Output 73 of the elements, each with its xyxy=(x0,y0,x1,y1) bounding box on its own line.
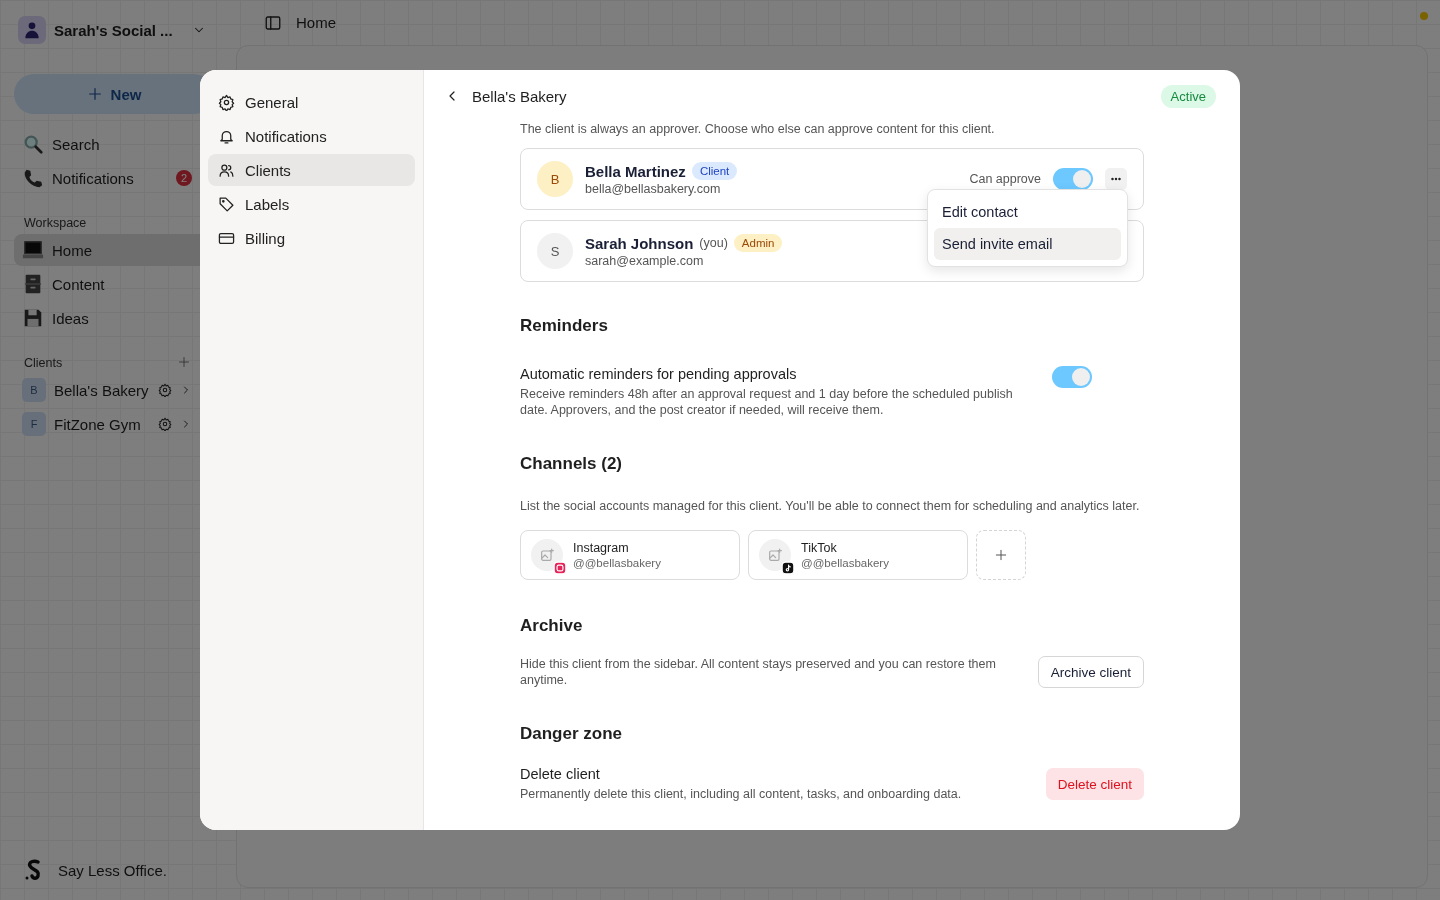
file-cabinet-icon xyxy=(22,273,44,295)
dialog-title: Bella's Bakery xyxy=(472,87,568,105)
section-heading: Workspace xyxy=(23,216,88,230)
status-badge: Active xyxy=(1160,84,1216,108)
section-description: Hide this client from the sidebar. All content stays preserved and you can restore them anytime. xyxy=(520,656,997,688)
section-description: List the social accounts managed for this client. You'll be able to connect them for scheduling and analytics later. xyxy=(520,498,1141,514)
settings-tab[interactable]: Labels xyxy=(208,188,415,220)
setting-description: Permanently delete this client, including all content, tasks, and onboarding data. xyxy=(520,786,963,802)
sidebar-item[interactable]: Ideas xyxy=(14,302,200,334)
approver-email: bella@bellasbakery.com xyxy=(585,182,722,196)
channel-card[interactable]: Instagram @@bellasbakery xyxy=(520,530,740,580)
plus-icon xyxy=(86,86,103,102)
sidebar-item[interactable]: B Bella's Bakery xyxy=(14,374,200,406)
setting-title: Automatic reminders for pending approvals xyxy=(520,366,798,382)
gear-icon[interactable] xyxy=(158,417,172,431)
section-heading: Reminders xyxy=(520,316,609,336)
approver-email: sarah@example.com xyxy=(585,254,705,268)
sidebar-item[interactable]: Content xyxy=(14,268,200,300)
approver-name: Sarah Johnson xyxy=(585,234,694,252)
plus-icon xyxy=(993,547,1009,563)
brand-name: Say Less Office. xyxy=(58,861,167,879)
setting-title: Delete client xyxy=(520,766,601,782)
instagram-icon xyxy=(553,561,567,575)
role-tag: Client xyxy=(691,162,738,180)
help-text: The client is always an approver. Choose who else can approve content for this client. xyxy=(520,122,996,136)
settings-tab[interactable]: Clients xyxy=(208,154,415,186)
person-icon xyxy=(22,20,42,40)
sidebar-item[interactable]: Search xyxy=(14,128,200,160)
more-button[interactable] xyxy=(1105,168,1127,190)
role-tag: Admin xyxy=(733,234,783,252)
settings-tab[interactable]: Billing xyxy=(208,222,415,254)
approve-toggle[interactable] xyxy=(1053,168,1093,190)
section-heading: Archive xyxy=(520,616,584,636)
tiktok-icon xyxy=(781,561,795,575)
breadcrumb: Home xyxy=(296,14,336,31)
count-badge: 2 xyxy=(176,170,192,186)
image-icon xyxy=(539,547,555,563)
section-heading: Clients xyxy=(24,356,63,370)
channel-handle: @@bellasbakery xyxy=(573,557,662,569)
menu-item[interactable]: Edit contact xyxy=(934,196,1121,228)
status-dot xyxy=(1420,12,1428,20)
section-heading: Danger zone xyxy=(520,724,624,744)
sidebar-item[interactable]: F FitZone Gym xyxy=(14,408,200,440)
approver-name: Bella Martinez xyxy=(585,162,686,180)
settings-tab[interactable]: Notifications xyxy=(208,120,415,152)
tag-icon xyxy=(218,195,235,213)
section-heading: Channels (2) xyxy=(520,454,624,474)
channel-handle: @@bellasbakery xyxy=(801,557,890,569)
toggle-label: Can approve xyxy=(969,172,1041,186)
gear-icon xyxy=(218,93,235,111)
client-avatar: B xyxy=(22,378,46,402)
channel-name: Instagram xyxy=(573,541,630,555)
plus-icon[interactable] xyxy=(178,356,190,368)
reminder-toggle[interactable] xyxy=(1052,366,1092,388)
you-label: (you) xyxy=(699,236,728,250)
approver-avatar: S xyxy=(537,233,573,269)
menu-item[interactable]: Send invite email xyxy=(934,228,1121,260)
laptop-icon xyxy=(22,239,44,261)
client-avatar: F xyxy=(22,412,46,436)
image-icon xyxy=(767,547,783,563)
channel-name: TikTok xyxy=(801,541,838,555)
approver-avatar: B xyxy=(537,161,573,197)
delete-button[interactable]: Delete client xyxy=(1045,768,1144,800)
sidebar-toggle-icon[interactable] xyxy=(264,13,282,32)
phone-icon xyxy=(22,167,44,189)
search-icon xyxy=(22,133,44,155)
workspace-avatar[interactable] xyxy=(18,16,46,44)
channel-card[interactable]: TikTok @@bellasbakery xyxy=(748,530,968,580)
workspace-name[interactable]: Sarah's Social ... xyxy=(54,21,184,39)
gear-icon[interactable] xyxy=(158,383,172,397)
archive-button[interactable]: Archive client xyxy=(1037,656,1144,688)
setting-description: Receive reminders 48h after an approval request and 1 day before the scheduled publish date. Approvers, and the post creator if needed, will receive them. xyxy=(520,386,1014,418)
sidebar-item[interactable]: Notifications 2 xyxy=(14,162,200,194)
